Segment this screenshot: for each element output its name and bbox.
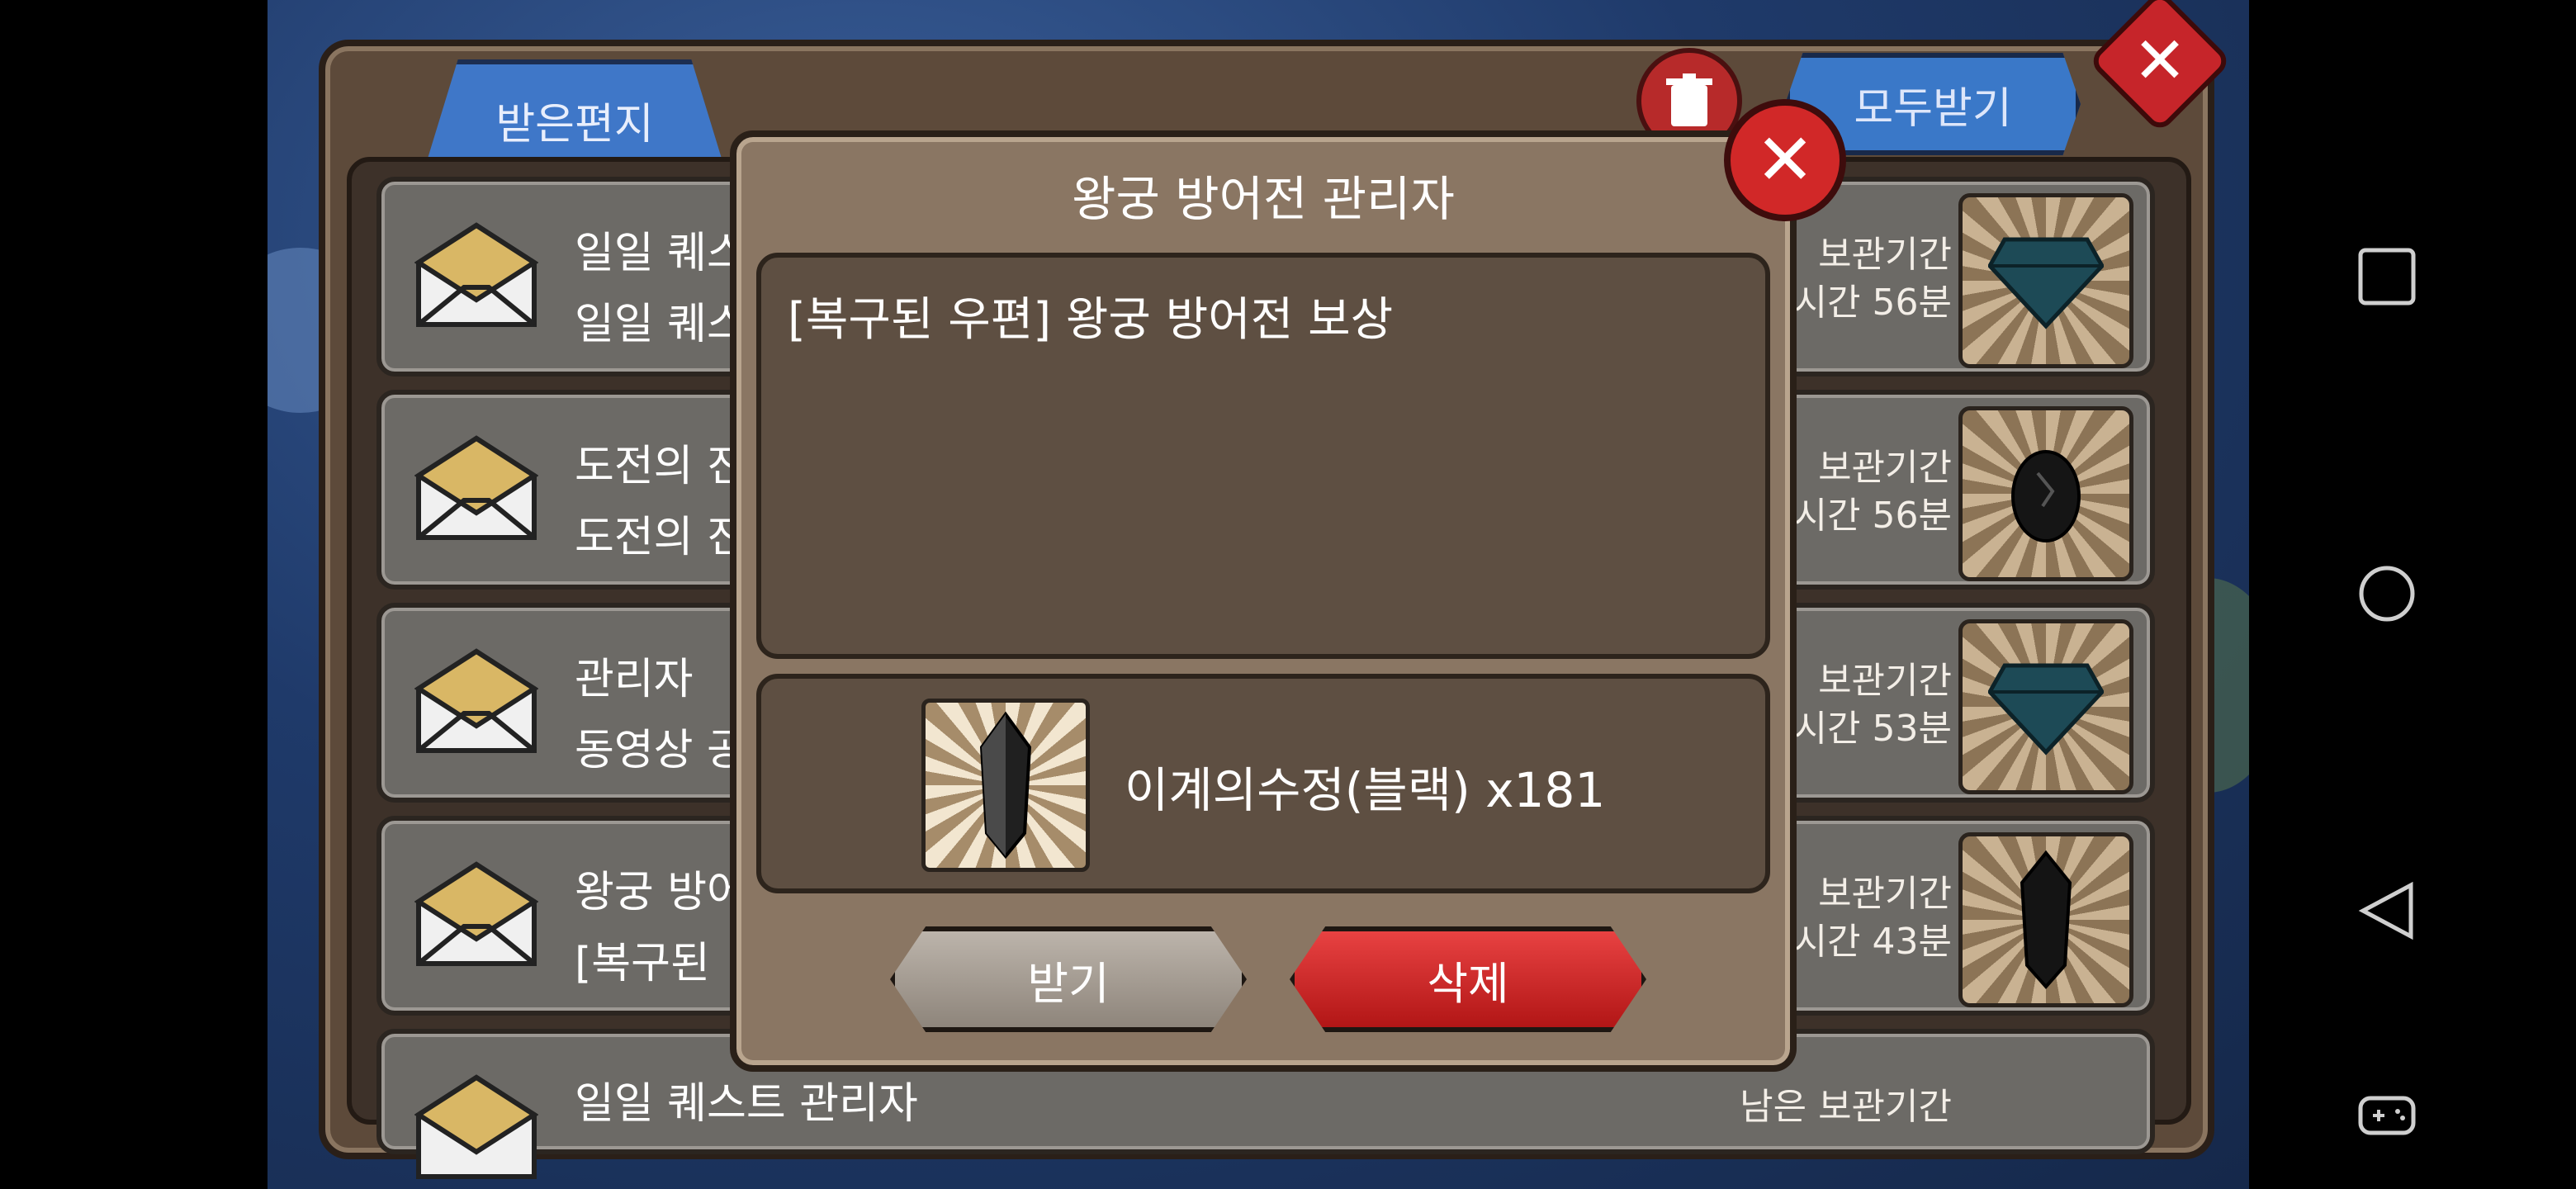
close-icon: ✕ <box>1754 119 1816 201</box>
mail-detail-dialog: 왕궁 방어전 관리자 [복구된 우편] 왕궁 방어전 보상 이계의수정(블랙) … <box>730 99 1846 1072</box>
home-circle-icon[interactable] <box>2358 565 2416 623</box>
dialog-title: 왕궁 방어전 관리자 <box>1072 171 1455 227</box>
mail-detail-overlay: 왕궁 방어전 관리자 [복구된 우편] 왕궁 방어전 보상 이계의수정(블랙) … <box>268 0 2249 1189</box>
message-text: [복구된 우편] 왕궁 방어전 보상 <box>788 293 1394 347</box>
back-triangle-icon[interactable] <box>2358 882 2416 940</box>
delete-button[interactable]: 삭제 <box>1290 926 1646 1032</box>
recents-square-icon[interactable] <box>2358 248 2416 306</box>
message-box: [복구된 우편] 왕궁 방어전 보상 <box>756 253 1770 659</box>
attachment-box: 이계의수정(블랙) x181 <box>756 674 1770 893</box>
android-nav-bar <box>2249 0 2576 1189</box>
black-crystal-icon <box>979 711 1032 860</box>
attachment-name: 이계의수정(블랙) x181 <box>1125 762 1606 818</box>
attachment-thumb <box>921 699 1090 872</box>
gamepad-icon[interactable] <box>2358 1087 2416 1144</box>
dialog-close-button[interactable]: ✕ <box>1724 99 1846 221</box>
receive-button[interactable]: 받기 <box>890 926 1247 1032</box>
